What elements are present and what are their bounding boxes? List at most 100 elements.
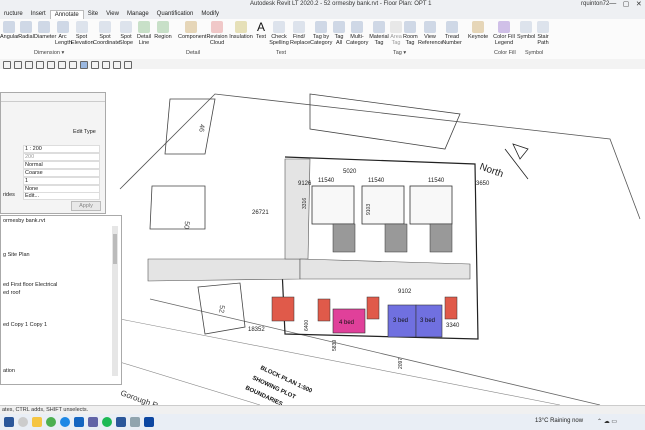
property-row[interactable]: None (1, 185, 101, 193)
select-underlay-icon[interactable] (25, 61, 33, 69)
explorer-icon[interactable] (130, 417, 140, 427)
select-links-icon[interactable] (14, 61, 22, 69)
tab-structure[interactable]: ructure (0, 10, 27, 19)
tab-manage[interactable]: Manage (123, 10, 153, 19)
tread-number-button[interactable]: Tread Number (442, 21, 462, 46)
property-row[interactable]: 1 : 200 (1, 145, 101, 153)
text-icon: A (256, 20, 265, 34)
word-icon[interactable] (116, 417, 126, 427)
scrollbar-thumb[interactable] (113, 234, 117, 264)
browser-scrollbar[interactable] (112, 226, 118, 376)
view-reference-button[interactable]: View Reference (418, 21, 443, 46)
project-browser-title: ormesby bank.rvt (3, 218, 46, 224)
property-row[interactable]: Normal (1, 161, 101, 169)
insulation-button[interactable]: Insulation (229, 21, 253, 40)
property-row[interactable]: 200 (1, 153, 101, 161)
diameter-button[interactable]: Diameter (34, 21, 56, 40)
tab-modify[interactable]: Modify (197, 10, 223, 19)
revit-icon[interactable] (144, 417, 154, 427)
keynote-button[interactable]: Keynote (468, 21, 488, 40)
tab-annotate[interactable]: Annotate (49, 10, 84, 19)
select-face-icon[interactable] (47, 61, 55, 69)
room-tag-button[interactable]: Room Tag (403, 21, 418, 46)
radial-button[interactable]: Radial (18, 21, 34, 40)
detail-line-button[interactable]: Detail Line (136, 21, 152, 46)
red-plot-4[interactable] (444, 296, 458, 320)
store-icon[interactable] (74, 417, 84, 427)
property-row[interactable]: rides Edit... (1, 192, 101, 200)
region-icon (157, 21, 169, 33)
close-hidden-icon[interactable] (102, 61, 110, 69)
minimize-button[interactable]: — (609, 0, 616, 10)
check-spelling-button[interactable]: Check Spelling (269, 21, 289, 46)
panel-dimension[interactable]: Dimension ▾ (34, 50, 64, 56)
tab-site[interactable]: Site (84, 10, 102, 19)
red-plot-2[interactable] (317, 298, 331, 322)
apply-button[interactable]: Apply (71, 201, 101, 211)
browser-item[interactable]: g Site Plan (3, 252, 30, 258)
chrome-icon[interactable] (46, 417, 56, 427)
active-view-icon[interactable] (80, 61, 88, 69)
red-plot-3[interactable] (366, 296, 380, 320)
color-fill-legend-button[interactable]: Color Fill Legend (493, 21, 515, 46)
modify-icon[interactable] (3, 61, 11, 69)
multi-category-button[interactable]: Multi- Category (346, 21, 368, 46)
component-button[interactable]: Component (178, 21, 206, 40)
dim-11540-3: 11540 (428, 178, 445, 184)
browser-item[interactable]: ation (3, 368, 15, 374)
find-replace-button[interactable]: Find/ Replace (290, 21, 310, 46)
tag-all-button[interactable]: Tag All (333, 21, 345, 46)
red-plot-1[interactable] (271, 296, 295, 322)
system-tray-icon[interactable]: ⌃ ☁ ▭ (597, 418, 617, 425)
panel-tag[interactable]: Tag ▾ (393, 50, 406, 56)
tag-by-category-button[interactable]: Tag by Category (310, 21, 332, 46)
filter-icon[interactable] (69, 61, 77, 69)
material-tag-button[interactable]: Material Tag (369, 21, 389, 46)
stair-path-button[interactable]: Stair Path (536, 21, 550, 46)
area-tag-button[interactable]: Area Tag (389, 21, 403, 46)
tab-quantification[interactable]: Quantification (153, 10, 198, 19)
revision-cloud-button[interactable]: Revision Cloud (206, 21, 228, 46)
spot-coordinate-icon (99, 21, 111, 33)
upper-plot-3[interactable] (409, 185, 453, 225)
panel-text: Text (276, 50, 287, 56)
label-3-bed-2: 3 bed (420, 318, 435, 324)
panel-detail: Detail (186, 50, 201, 56)
region-button[interactable]: Region (154, 21, 172, 40)
upper-plot-1[interactable] (311, 185, 355, 225)
thin-lines-icon[interactable] (91, 61, 99, 69)
dim-2097: 2097 (398, 358, 404, 369)
browser-item[interactable]: ed roof (3, 290, 20, 296)
select-pinned-icon[interactable] (36, 61, 44, 69)
browser-item[interactable]: ed Copy 1 Copy 1 (3, 322, 47, 328)
search-icon[interactable] (18, 417, 28, 427)
browser-item[interactable]: ed First floor Electrical (3, 282, 57, 288)
angular-dimension-icon (3, 21, 15, 33)
text-button[interactable]: A Text (254, 21, 268, 40)
drag-elements-icon[interactable] (58, 61, 66, 69)
file-explorer-icon[interactable] (32, 417, 42, 427)
close-button[interactable]: ✕ (636, 0, 642, 10)
property-row[interactable]: Coarse (1, 169, 101, 177)
tab-view[interactable]: View (102, 10, 123, 19)
maximize-button[interactable]: ▢ (623, 0, 630, 10)
spotify-icon[interactable] (102, 417, 112, 427)
tag-by-category-icon (315, 21, 327, 33)
angular-button[interactable]: Angular (0, 21, 19, 40)
settings-icon[interactable] (124, 61, 132, 69)
weather-widget[interactable]: 13°C Raining now (535, 418, 583, 424)
arc-length-button[interactable]: Arc Length (55, 21, 72, 46)
view-reference-icon (424, 21, 436, 33)
spot-elevation-button[interactable]: Spot Elevation (71, 21, 94, 46)
dim-11540-2: 11540 (368, 178, 385, 184)
property-row[interactable]: 1 (1, 177, 101, 185)
tab-insert[interactable]: Insert (27, 10, 50, 19)
spot-slope-button[interactable]: Spot Slope (118, 21, 134, 46)
symbol-button[interactable]: Symbol (517, 21, 535, 40)
teams-icon[interactable] (88, 417, 98, 427)
start-icon[interactable] (4, 417, 14, 427)
edge-icon[interactable] (60, 417, 70, 427)
spot-coordinate-button[interactable]: Spot Coordinate (93, 21, 120, 46)
switch-windows-icon[interactable] (113, 61, 121, 69)
edit-type-button[interactable]: Edit Type (73, 129, 96, 135)
